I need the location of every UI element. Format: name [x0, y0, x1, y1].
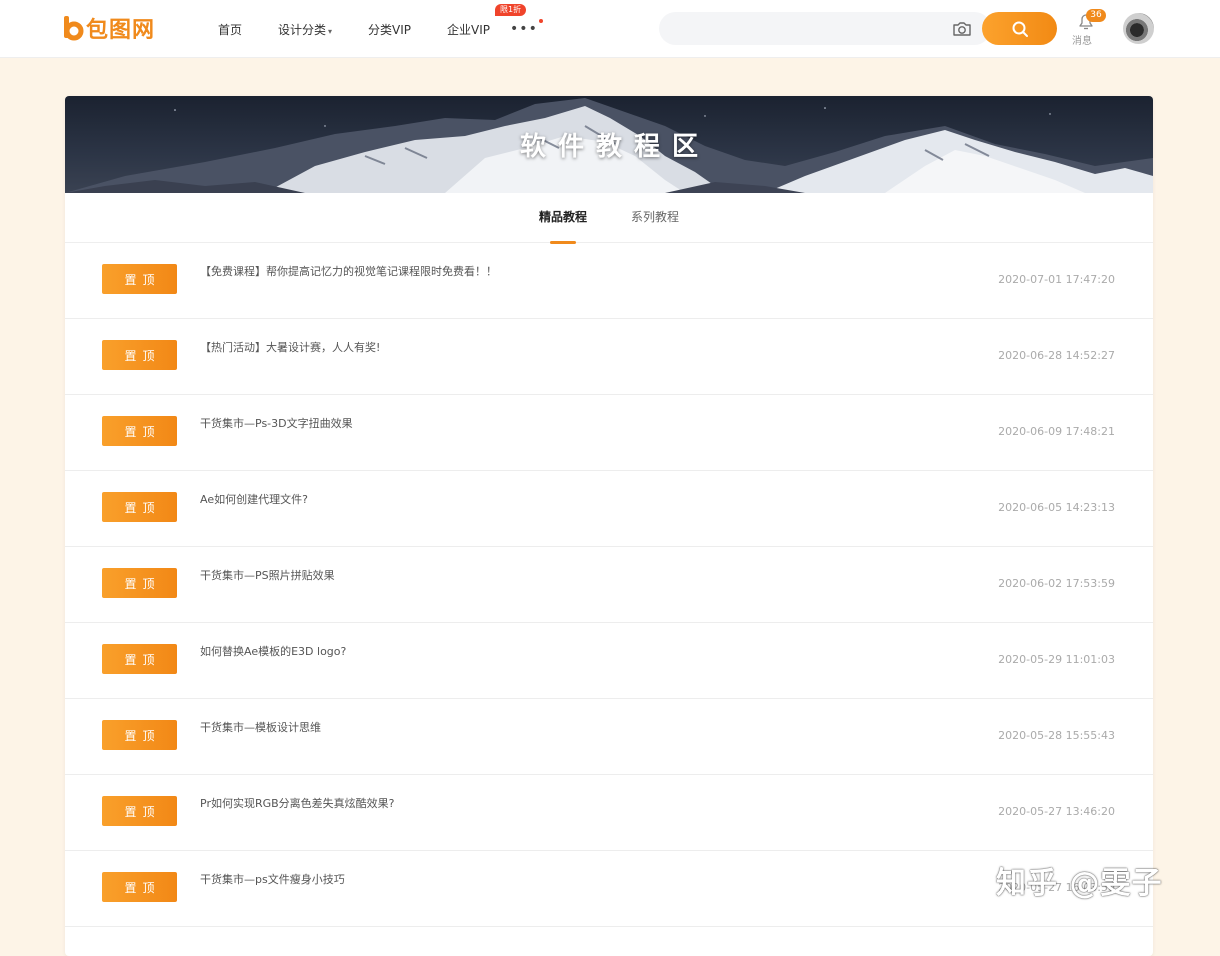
- logo-b-icon: [62, 14, 84, 42]
- post-row[interactable]: 置顶 Pr如何实现RGB分离色差失真炫酷效果? 2020-05-27 13:46…: [65, 775, 1153, 851]
- nav-category-vip-label: 分类VIP: [368, 22, 412, 37]
- pinned-tag: 置顶: [102, 872, 177, 902]
- user-avatar[interactable]: [1123, 13, 1154, 44]
- post-title-link[interactable]: 干货集市—ps文件瘦身小技巧: [200, 871, 345, 887]
- zhihu-watermark: 知乎 @雯子: [996, 866, 1163, 901]
- post-title-link[interactable]: 【热门活动】大暑设计赛，人人有奖!: [200, 339, 380, 355]
- post-row[interactable]: 置顶 如何替换Ae模板的E3D logo? 2020-05-29 11:01:0…: [65, 623, 1153, 699]
- post-date: 2020-05-28 15:55:43: [998, 729, 1115, 742]
- post-title-link[interactable]: Pr如何实现RGB分离色差失真炫酷效果?: [200, 795, 395, 811]
- pinned-tag: 置顶: [102, 264, 177, 294]
- nav-home-label: 首页: [218, 22, 243, 37]
- post-date: 2020-06-02 17:53:59: [998, 577, 1115, 590]
- camera-search-icon[interactable]: [951, 20, 973, 38]
- post-title-link[interactable]: 干货集市—Ps-3D文字扭曲效果: [200, 415, 353, 431]
- nav-design-category-label: 设计分类: [278, 22, 327, 37]
- pinned-tag: 置顶: [102, 340, 177, 370]
- post-date: 2020-06-28 14:52:27: [998, 349, 1115, 362]
- pinned-tag: 置顶: [102, 796, 177, 826]
- pinned-tag: 置顶: [102, 644, 177, 674]
- post-row[interactable]: 置顶 Ae如何创建代理文件? 2020-06-05 14:23:13: [65, 471, 1153, 547]
- nav-home[interactable]: 首页: [218, 21, 242, 38]
- post-row[interactable]: 置顶 干货集市—模板设计思维 2020-05-28 15:55:43: [65, 699, 1153, 775]
- search-bar: [659, 12, 1057, 45]
- post-row[interactable]: 置顶 干货集市—PS照片拼贴效果 2020-06-02 17:53:59: [65, 547, 1153, 623]
- message-count-badge: 36: [1086, 9, 1106, 22]
- pinned-tag: 置顶: [102, 416, 177, 446]
- main-nav: 首页 设计分类 ▾ 分类VIP 企业VIP 限1折 •••: [218, 0, 543, 58]
- promo-badge: 限1折: [495, 3, 527, 16]
- notification-dot: [538, 19, 543, 23]
- post-date: 2020-05-27 13:46:20: [998, 805, 1115, 818]
- more-menu-button[interactable]: •••: [510, 19, 543, 37]
- search-icon: [1012, 21, 1028, 37]
- tutorial-tabs: 精品教程 系列教程: [65, 193, 1153, 244]
- nav-enterprise-vip-label: 企业VIP: [447, 22, 491, 37]
- post-title-link[interactable]: Ae如何创建代理文件?: [200, 491, 308, 507]
- banner: 软件教程区: [65, 96, 1153, 193]
- pinned-tag: 置顶: [102, 720, 177, 750]
- post-date: 2020-05-29 11:01:03: [998, 653, 1115, 666]
- tab-series-tutorials[interactable]: 系列教程: [631, 193, 679, 243]
- pinned-tag: 置顶: [102, 568, 177, 598]
- post-title-link[interactable]: 干货集市—模板设计思维: [200, 719, 321, 735]
- top-navigation-bar: 包图网 首页 设计分类 ▾ 分类VIP 企业VIP 限1折 ••• 36 消息: [0, 0, 1220, 58]
- post-list: 置顶 【免费课程】帮你提高记忆力的视觉笔记课程限时免费看！！ 2020-07-0…: [65, 243, 1153, 927]
- nav-enterprise-vip[interactable]: 企业VIP 限1折: [447, 3, 527, 38]
- more-dots-icon: •••: [510, 21, 538, 37]
- pinned-tag: 置顶: [102, 492, 177, 522]
- post-date: 2020-06-09 17:48:21: [998, 425, 1115, 438]
- post-title-link[interactable]: 【免费课程】帮你提高记忆力的视觉笔记课程限时免费看！！: [200, 263, 497, 279]
- messages-button[interactable]: 36 消息: [1070, 9, 1106, 50]
- nav-design-category[interactable]: 设计分类 ▾: [278, 21, 332, 38]
- post-row[interactable]: 置顶 干货集市—ps文件瘦身小技巧 2020-05-27 16:03:50: [65, 851, 1153, 927]
- nav-category-vip[interactable]: 分类VIP: [368, 21, 411, 38]
- search-input[interactable]: [659, 12, 991, 45]
- post-date: 2020-06-05 14:23:13: [998, 501, 1115, 514]
- tab-premium-tutorials[interactable]: 精品教程: [539, 193, 587, 244]
- post-row[interactable]: 置顶 【热门活动】大暑设计赛，人人有奖! 2020-06-28 14:52:27: [65, 319, 1153, 395]
- messages-label: 消息: [1072, 36, 1092, 47]
- logo-text: 包图网: [86, 18, 156, 43]
- search-button[interactable]: [982, 12, 1057, 45]
- banner-title: 软件教程区: [519, 132, 710, 162]
- tutorial-panel: 软件教程区 精品教程 系列教程 置顶 【免费课程】帮你提高记忆力的视觉笔记课程限…: [65, 96, 1153, 956]
- post-row[interactable]: 置顶 【免费课程】帮你提高记忆力的视觉笔记课程限时免费看！！ 2020-07-0…: [65, 243, 1153, 319]
- chevron-down-icon: ▾: [328, 26, 333, 36]
- site-logo[interactable]: 包图网: [62, 12, 155, 44]
- post-title-link[interactable]: 干货集市—PS照片拼贴效果: [200, 567, 335, 583]
- post-date: 2020-07-01 17:47:20: [998, 273, 1115, 286]
- post-title-link[interactable]: 如何替换Ae模板的E3D logo?: [200, 643, 346, 659]
- post-row[interactable]: 置顶 干货集市—Ps-3D文字扭曲效果 2020-06-09 17:48:21: [65, 395, 1153, 471]
